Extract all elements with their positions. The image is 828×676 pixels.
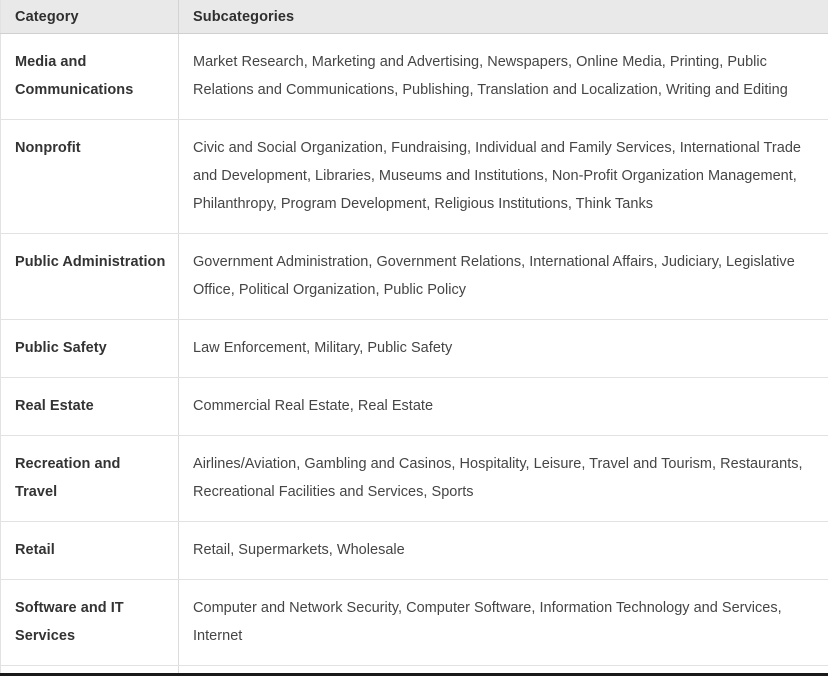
table-row: Software and IT Services Computer and Ne… — [0, 579, 828, 666]
table-row: Media and Communications Market Research… — [0, 33, 828, 120]
cell-category: Retail — [0, 521, 179, 580]
cell-subcategories: Import and Export, Logistics and Supply … — [178, 665, 828, 673]
table-header-row: Category Subcategories — [0, 0, 828, 34]
cell-subcategories: Law Enforcement, Military, Public Safety — [178, 319, 828, 378]
cell-category: Public Administration — [0, 233, 179, 320]
cell-subcategories: Civic and Social Organization, Fundraisi… — [178, 119, 828, 234]
cell-subcategories: Government Administration, Government Re… — [178, 233, 828, 320]
cell-category: Nonprofit — [0, 119, 179, 234]
cell-subcategories: Market Research, Marketing and Advertisi… — [178, 33, 828, 120]
cell-category: Media and Communications — [0, 33, 179, 120]
table-header: Category Subcategories — [0, 0, 828, 34]
table-row: Recreation and Travel Airlines/Aviation,… — [0, 435, 828, 522]
table-row: Nonprofit Civic and Social Organization,… — [0, 119, 828, 234]
cell-subcategories: Airlines/Aviation, Gambling and Casinos,… — [178, 435, 828, 522]
table-body: Media and Communications Market Research… — [0, 33, 828, 673]
page-container: Category Subcategories Media and Communi… — [0, 0, 828, 676]
column-header-category: Category — [0, 0, 179, 34]
cell-category: Software and IT Services — [0, 579, 179, 666]
cell-subcategories: Computer and Network Security, Computer … — [178, 579, 828, 666]
cell-subcategories: Commercial Real Estate, Real Estate — [178, 377, 828, 436]
cell-category: Real Estate — [0, 377, 179, 436]
cell-category: Public Safety — [0, 319, 179, 378]
table-row: Transportation and Logistics Import and … — [0, 665, 828, 673]
table-row: Retail Retail, Supermarkets, Wholesale — [0, 521, 828, 580]
cell-category: Transportation and Logistics — [0, 665, 179, 673]
category-subcategories-table: Category Subcategories Media and Communi… — [0, 0, 828, 673]
table-row: Real Estate Commercial Real Estate, Real… — [0, 377, 828, 436]
cell-subcategories: Retail, Supermarkets, Wholesale — [178, 521, 828, 580]
cell-category: Recreation and Travel — [0, 435, 179, 522]
table-row: Public Administration Government Adminis… — [0, 233, 828, 320]
column-header-subcategories: Subcategories — [178, 0, 828, 34]
table-row: Public Safety Law Enforcement, Military,… — [0, 319, 828, 378]
